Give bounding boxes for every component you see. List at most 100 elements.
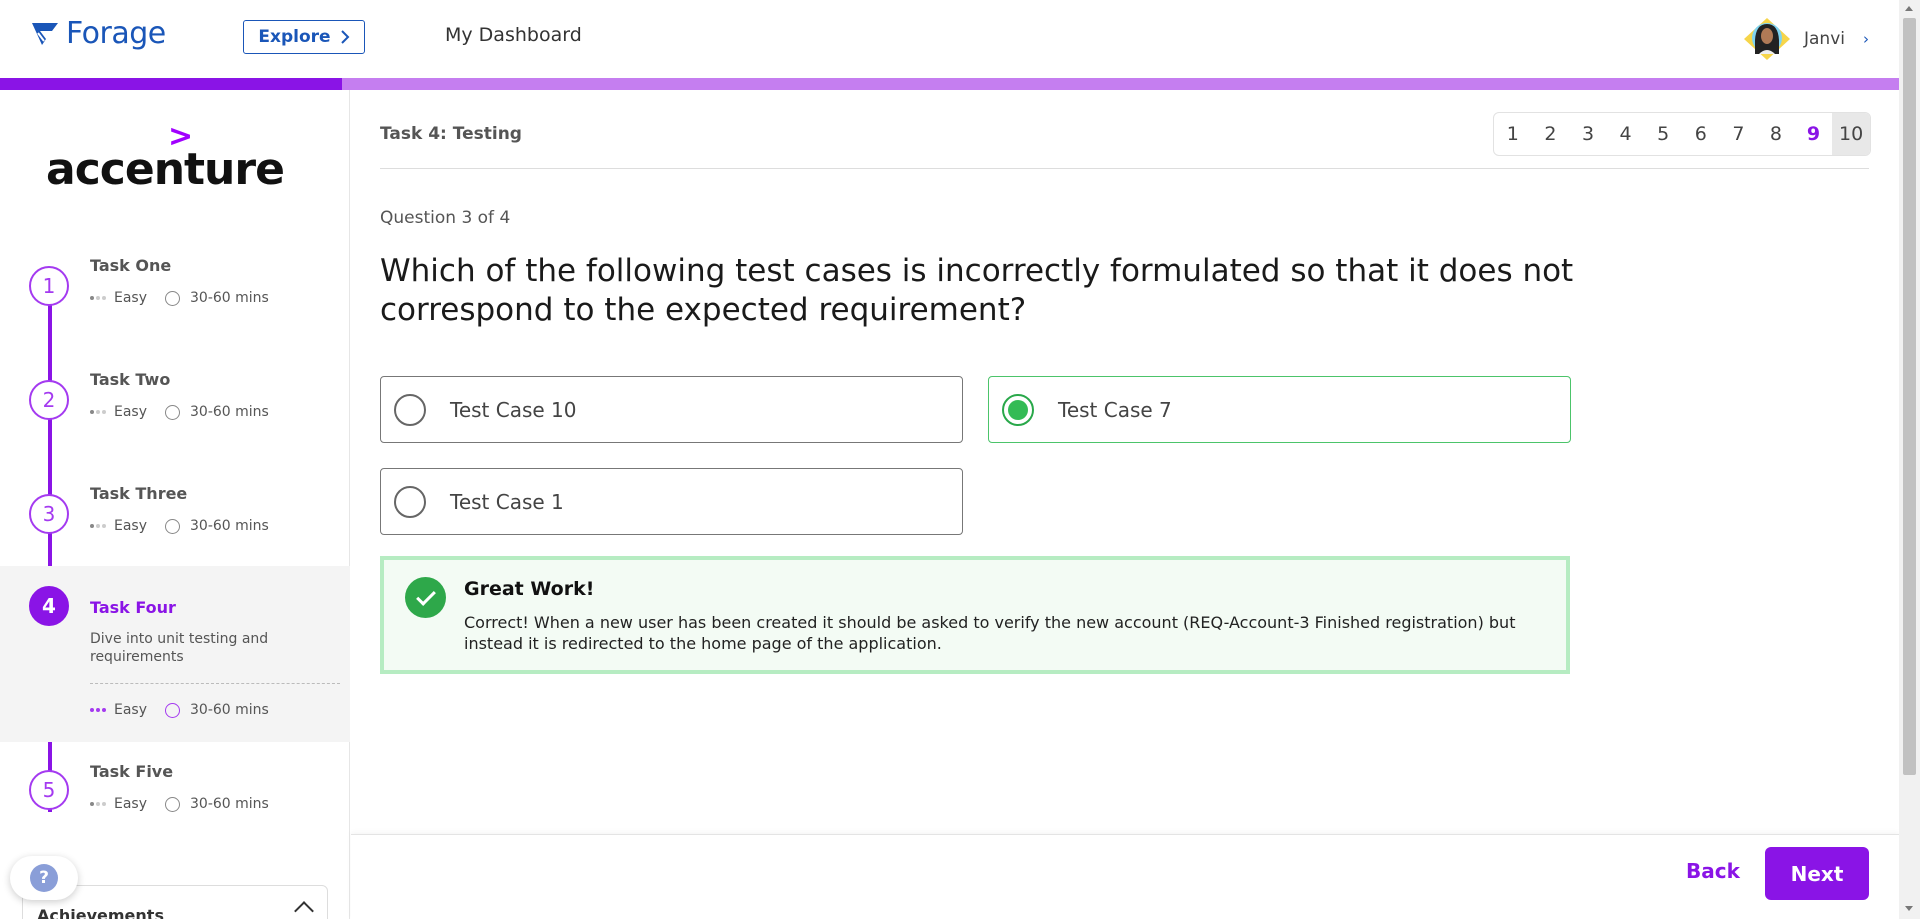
task-duration: 30-60 mins bbox=[190, 290, 269, 306]
user-name: Janvi bbox=[1804, 29, 1845, 49]
clock-icon bbox=[165, 404, 181, 420]
scrollbar-thumb[interactable] bbox=[1903, 18, 1916, 775]
task-item-4[interactable]: 4 Task Four Dive into unit testing and r… bbox=[0, 566, 350, 742]
page-number-button[interactable]: 10 bbox=[1832, 113, 1870, 155]
forage-logo-text: Forage bbox=[66, 16, 166, 51]
clock-icon bbox=[165, 518, 181, 534]
radio-button[interactable] bbox=[394, 393, 426, 426]
page-number-button[interactable]: 1 bbox=[1494, 113, 1532, 155]
difficulty-dots-icon bbox=[90, 410, 106, 414]
task-heading: Task 4: Testing bbox=[380, 124, 522, 144]
clock-icon bbox=[165, 702, 181, 718]
task-divider bbox=[90, 683, 340, 684]
answer-option[interactable]: Test Case 7 bbox=[988, 376, 1571, 443]
achievements-label: Achievements bbox=[37, 906, 164, 919]
chevron-right-icon: › bbox=[1863, 30, 1869, 48]
page-number-button[interactable]: 5 bbox=[1644, 113, 1682, 155]
page-number-button[interactable]: 9 bbox=[1795, 113, 1833, 155]
question-footer: Back Next bbox=[351, 834, 1899, 919]
task-number-badge: 5 bbox=[29, 770, 69, 810]
help-icon: ? bbox=[30, 864, 58, 892]
forage-logo-icon bbox=[32, 22, 58, 45]
task-difficulty: Easy bbox=[114, 404, 148, 420]
task-item-1[interactable]: 1 Task One Easy 30-60 mins bbox=[0, 242, 350, 352]
task-meta: Easy 30-60 mins bbox=[90, 796, 269, 812]
check-circle-icon bbox=[405, 577, 446, 618]
task-meta: Easy 30-60 mins bbox=[90, 518, 269, 534]
task-meta: Easy 30-60 mins bbox=[90, 404, 269, 420]
task-difficulty: Easy bbox=[114, 702, 148, 718]
answer-label: Test Case 10 bbox=[450, 397, 577, 422]
course-progress-bar bbox=[0, 78, 1899, 90]
feedback-title: Great Work! bbox=[464, 578, 595, 600]
difficulty-dots-icon bbox=[90, 524, 106, 528]
task-item-3[interactable]: 3 Task Three Easy 30-60 mins bbox=[0, 470, 350, 580]
app-root: Forage Explore My Dashboard Janvi › > ac… bbox=[0, 0, 1920, 919]
next-button[interactable]: Next bbox=[1765, 847, 1869, 900]
question-counter: Question 3 of 4 bbox=[380, 208, 511, 228]
radio-button[interactable] bbox=[1002, 393, 1034, 426]
scroll-down-arrow-icon[interactable] bbox=[1905, 906, 1913, 911]
chevron-right-icon bbox=[340, 30, 349, 44]
explore-button[interactable]: Explore bbox=[243, 20, 365, 54]
clock-icon bbox=[165, 796, 181, 812]
difficulty-dots-icon bbox=[90, 296, 106, 300]
main-content: Task 4: Testing 1 2 3 4 5 6 7 8 9 10 Question 3 o… bbox=[351, 90, 1899, 919]
page-scrollbar[interactable] bbox=[1899, 0, 1920, 919]
help-button[interactable]: ? bbox=[10, 856, 78, 900]
page-number-button[interactable]: 3 bbox=[1569, 113, 1607, 155]
header-divider bbox=[380, 168, 1869, 169]
task-difficulty: Easy bbox=[114, 796, 148, 812]
avatar bbox=[1744, 18, 1790, 60]
radio-button[interactable] bbox=[394, 485, 426, 518]
chevron-up-icon bbox=[294, 901, 314, 919]
task-title: Task Five bbox=[90, 762, 174, 781]
task-description: Dive into unit testing and requirements bbox=[90, 631, 269, 665]
answer-label: Test Case 7 bbox=[1058, 397, 1172, 422]
task-duration: 30-60 mins bbox=[190, 796, 269, 812]
page-number-button[interactable]: 2 bbox=[1532, 113, 1570, 155]
task-number-badge: 3 bbox=[29, 494, 69, 534]
user-menu[interactable]: Janvi › bbox=[1742, 16, 1869, 62]
page-number-button[interactable]: 7 bbox=[1720, 113, 1758, 155]
task-duration: 30-60 mins bbox=[190, 702, 269, 718]
top-nav: Forage Explore My Dashboard Janvi › bbox=[0, 0, 1899, 78]
answer-option[interactable]: Test Case 1 bbox=[380, 468, 963, 535]
task-difficulty: Easy bbox=[114, 518, 148, 534]
radio-selected-dot bbox=[1008, 399, 1028, 420]
course-progress-fill bbox=[0, 78, 342, 90]
task-sidebar: > accenture 1 Task One Easy 30-60 mins 2… bbox=[0, 90, 350, 919]
back-button[interactable]: Back bbox=[1686, 859, 1740, 883]
task-number-badge: 4 bbox=[29, 586, 69, 626]
page-number-button[interactable]: 6 bbox=[1682, 113, 1720, 155]
task-title: Task One bbox=[90, 256, 172, 275]
task-meta: Easy 30-60 mins bbox=[90, 290, 269, 306]
difficulty-dots-icon bbox=[90, 802, 106, 806]
question-text: Which of the following test cases is inc… bbox=[380, 253, 1574, 328]
page-number-button[interactable]: 8 bbox=[1757, 113, 1795, 155]
feedback-panel: Great Work! Correct! When a new user has… bbox=[380, 556, 1570, 674]
task-title: Task Two bbox=[90, 370, 171, 389]
accenture-logo-text: accenture bbox=[46, 144, 285, 195]
clock-icon bbox=[165, 290, 181, 306]
feedback-text: Correct! When a new user has been create… bbox=[464, 613, 1516, 653]
task-number-badge: 2 bbox=[29, 380, 69, 420]
task-title: Task Four bbox=[90, 598, 176, 617]
page-navigator: 1 2 3 4 5 6 7 8 9 10 bbox=[1493, 112, 1871, 156]
my-dashboard-link[interactable]: My Dashboard bbox=[445, 24, 582, 46]
task-item-2[interactable]: 2 Task Two Easy 30-60 mins bbox=[0, 356, 350, 466]
answer-option[interactable]: Test Case 10 bbox=[380, 376, 963, 443]
page-number-button[interactable]: 4 bbox=[1607, 113, 1645, 155]
forage-logo[interactable]: Forage bbox=[30, 16, 166, 51]
task-difficulty: Easy bbox=[114, 290, 148, 306]
task-number-badge: 1 bbox=[29, 266, 69, 306]
answer-label: Test Case 1 bbox=[450, 489, 564, 514]
explore-button-label: Explore bbox=[258, 27, 331, 47]
task-duration: 30-60 mins bbox=[190, 518, 269, 534]
scroll-up-arrow-icon[interactable] bbox=[1905, 6, 1913, 11]
difficulty-dots-icon bbox=[90, 708, 106, 712]
task-title: Task Three bbox=[90, 484, 188, 503]
task-duration: 30-60 mins bbox=[190, 404, 269, 420]
task-item-5[interactable]: 5 Task Five Easy 30-60 mins bbox=[0, 760, 350, 860]
task-meta: Easy 30-60 mins bbox=[90, 702, 269, 718]
